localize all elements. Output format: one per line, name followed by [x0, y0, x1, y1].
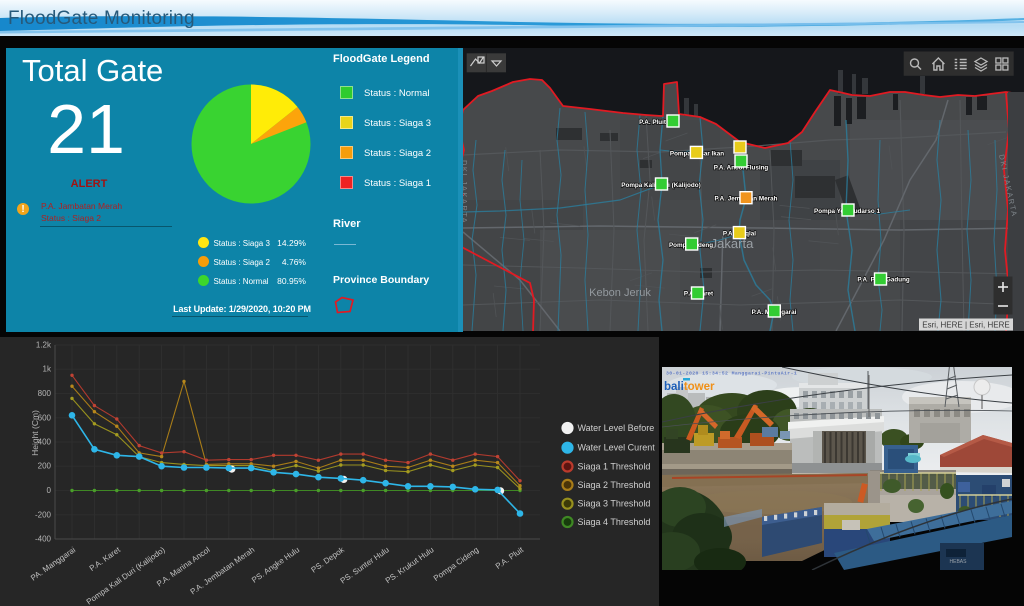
svg-text:balitower: balitower — [664, 381, 715, 393]
svg-text:HEBAS: HEBAS — [950, 559, 968, 565]
svg-text:PS. Krukut Hulu: PS. Krukut Hulu — [384, 545, 436, 585]
svg-text:Siaga 2 Threshold: Siaga 2 Threshold — [578, 480, 651, 490]
svg-text:PS. Angke Hulu: PS. Angke Hulu — [250, 545, 301, 585]
svg-text:Kebon Jeruk: Kebon Jeruk — [589, 287, 651, 299]
svg-text:200: 200 — [38, 462, 52, 471]
svg-text:P.A. Karet: P.A. Karet — [88, 545, 123, 573]
svg-text:Siaga 3 Threshold: Siaga 3 Threshold — [578, 499, 651, 509]
svg-text:-400: -400 — [35, 535, 52, 544]
svg-text:DKI JAKARTA: DKI JAKARTA — [463, 160, 469, 224]
svg-text:P.A. Pluit: P.A. Pluit — [494, 545, 526, 571]
svg-text:0: 0 — [47, 486, 52, 495]
svg-text:PA. Manggarai: PA. Manggarai — [29, 545, 77, 583]
svg-text:1.2k: 1.2k — [36, 341, 52, 350]
svg-text:Jakarta: Jakarta — [711, 236, 754, 251]
svg-text:P.A. Pluit: P.A. Pluit — [639, 119, 667, 126]
svg-text:Water Level Before: Water Level Before — [578, 423, 655, 433]
svg-text:Pompa Cideng: Pompa Cideng — [432, 545, 481, 583]
svg-text:Water Level Curent: Water Level Curent — [578, 443, 656, 453]
svg-text:Esri, HERE | Esri, HERE: Esri, HERE | Esri, HERE — [922, 321, 1009, 330]
svg-text:Siaga 4 Threshold: Siaga 4 Threshold — [578, 517, 651, 527]
svg-text:PS. Depok: PS. Depok — [309, 545, 346, 575]
svg-text:1k: 1k — [43, 365, 52, 374]
svg-text:30-01-2020 15:34:52 Manggarai-: 30-01-2020 15:34:52 Manggarai-PintuAir-1 — [666, 371, 797, 377]
svg-text:Siaga 1 Threshold: Siaga 1 Threshold — [578, 462, 651, 472]
svg-text:Pompa Kali Duri (Kalijodo): Pompa Kali Duri (Kalijodo) — [85, 545, 167, 606]
svg-text:800: 800 — [38, 389, 52, 398]
svg-text:PS. Sunter Hulu: PS. Sunter Hulu — [339, 545, 391, 585]
svg-text:Height (Cm): Height (Cm) — [30, 410, 40, 456]
svg-text:-200: -200 — [35, 510, 52, 519]
